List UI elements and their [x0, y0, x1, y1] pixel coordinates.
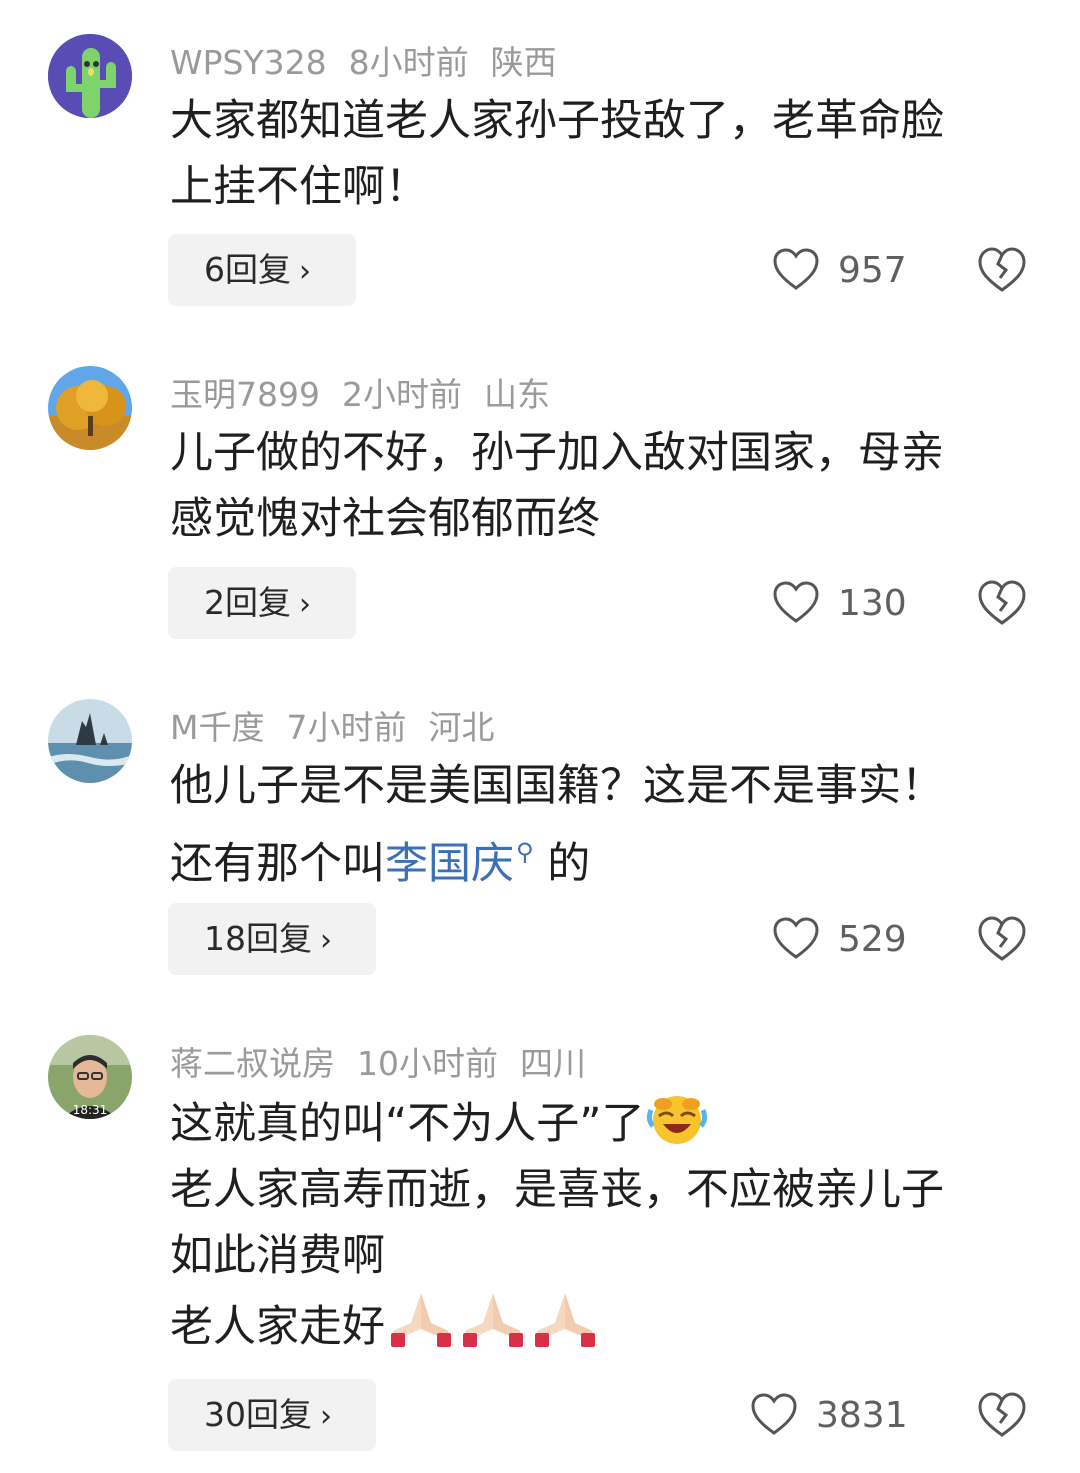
post-time: 2小时前: [341, 375, 462, 414]
praying-hands-emoji: [391, 1293, 451, 1347]
praying-hands-emoji: [463, 1293, 523, 1347]
keyword-link[interactable]: 李国庆⚲: [385, 838, 534, 889]
replies-count: 30回复: [204, 1395, 312, 1434]
like-button[interactable]: 3831: [750, 1379, 908, 1451]
avatar[interactable]: 18:31: [48, 1035, 132, 1119]
text-segment: 这就真的叫“不为人子”了: [170, 1099, 645, 1149]
comment-text: 大家都知道老人家孙子投敌了，老革命脸 上挂不住啊！: [170, 88, 1040, 220]
comment-line: 上挂不住啊！: [170, 162, 428, 212]
like-count: 3831: [816, 1394, 908, 1436]
text-segment: 老人家走好: [170, 1302, 385, 1352]
comment-text: 这就真的叫“不为人子”了 老人家高寿而逝，是喜丧，不应被亲儿子 如此消费啊 老人…: [170, 1090, 1040, 1360]
replies-count: 6回复: [204, 250, 291, 289]
comment-line: 感觉愧对社会郁郁而终: [170, 494, 600, 544]
location: 四川: [520, 1044, 586, 1083]
broken-heart-icon[interactable]: [976, 1389, 1028, 1441]
comment-text: 儿子做的不好，孙子加入敌对国家，母亲 感觉愧对社会郁郁而终: [170, 420, 1040, 552]
location: 山东: [483, 375, 550, 414]
heart-outline-icon: [773, 248, 819, 290]
chevron-right-icon: ›: [299, 254, 311, 289]
like-button[interactable]: 957: [772, 234, 907, 306]
chevron-right-icon: ›: [299, 587, 311, 622]
comment-line: 大家都知道老人家孙子投敌了，老革命脸: [170, 96, 944, 146]
heart-outline-icon: [773, 917, 819, 959]
comment-line: 还有那个叫李国庆⚲ 的: [170, 819, 1040, 897]
avatar[interactable]: [48, 366, 132, 450]
comment-text: 他儿子是不是美国国籍？这是不是事实！ 还有那个叫李国庆⚲ 的: [170, 753, 1040, 897]
username[interactable]: M千度: [170, 708, 264, 747]
post-time: 8小时前: [348, 43, 469, 82]
avatar-time-label: 18:31: [72, 1103, 108, 1117]
chevron-right-icon: ›: [320, 1399, 332, 1434]
avatar[interactable]: [48, 34, 132, 118]
comment-line: 这就真的叫“不为人子”了: [170, 1090, 1040, 1157]
broken-heart-icon[interactable]: [976, 577, 1028, 629]
view-replies-button[interactable]: 6回复 ›: [168, 234, 356, 306]
comment-meta: M千度 7小时前 河北: [170, 701, 516, 749]
comment-line: 老人家走好: [170, 1289, 1040, 1360]
heart-outline-icon: [773, 581, 819, 623]
replies-count: 18回复: [204, 919, 312, 958]
like-button[interactable]: 529: [772, 903, 907, 975]
like-count: 130: [838, 582, 907, 624]
chevron-right-icon: ›: [320, 923, 332, 958]
view-replies-button[interactable]: 18回复 ›: [168, 903, 376, 975]
seascape-icon: [48, 699, 132, 783]
username[interactable]: 玉明7899: [170, 375, 320, 414]
heart-outline-icon: [751, 1393, 797, 1435]
view-replies-button[interactable]: 2回复 ›: [168, 567, 356, 639]
location: 河北: [428, 708, 495, 747]
broken-heart-icon[interactable]: [976, 244, 1028, 296]
like-count: 529: [838, 918, 907, 960]
cactus-icon: [48, 34, 132, 118]
praying-hands-emoji: [535, 1293, 595, 1347]
broken-heart-icon[interactable]: [976, 913, 1028, 965]
view-replies-button[interactable]: 30回复 ›: [168, 1379, 376, 1451]
avatar[interactable]: [48, 699, 132, 783]
like-count: 957: [838, 249, 907, 291]
username[interactable]: WPSY328: [170, 43, 327, 82]
text-segment: 的: [533, 839, 591, 889]
comment-meta: 玉明7899 2小时前 山东: [170, 368, 572, 416]
username[interactable]: 蒋二叔说房: [170, 1044, 335, 1083]
comment-meta: 蒋二叔说房 10小时前 四川: [170, 1037, 608, 1085]
rolling-laughing-emoji: [646, 1096, 707, 1144]
keyword-text[interactable]: 李国庆: [385, 839, 514, 889]
comment-meta: WPSY328 8小时前 陕西: [170, 36, 579, 84]
comment-line: 他儿子是不是美国国籍？这是不是事实！: [170, 761, 944, 811]
text-segment: 还有那个叫: [170, 839, 385, 889]
comment-line: 儿子做的不好，孙子加入敌对国家，母亲: [170, 428, 944, 478]
replies-count: 2回复: [204, 583, 291, 622]
post-time: 10小时前: [357, 1044, 498, 1083]
like-button[interactable]: 130: [772, 567, 907, 639]
location: 陕西: [490, 43, 557, 82]
comment-line: 老人家高寿而逝，是喜丧，不应被亲儿子: [170, 1165, 944, 1215]
post-time: 7小时前: [286, 708, 407, 747]
search-icon: ⚲: [516, 838, 534, 866]
comment-line: 如此消费啊: [170, 1231, 385, 1281]
autumn-tree-icon: [48, 366, 132, 450]
